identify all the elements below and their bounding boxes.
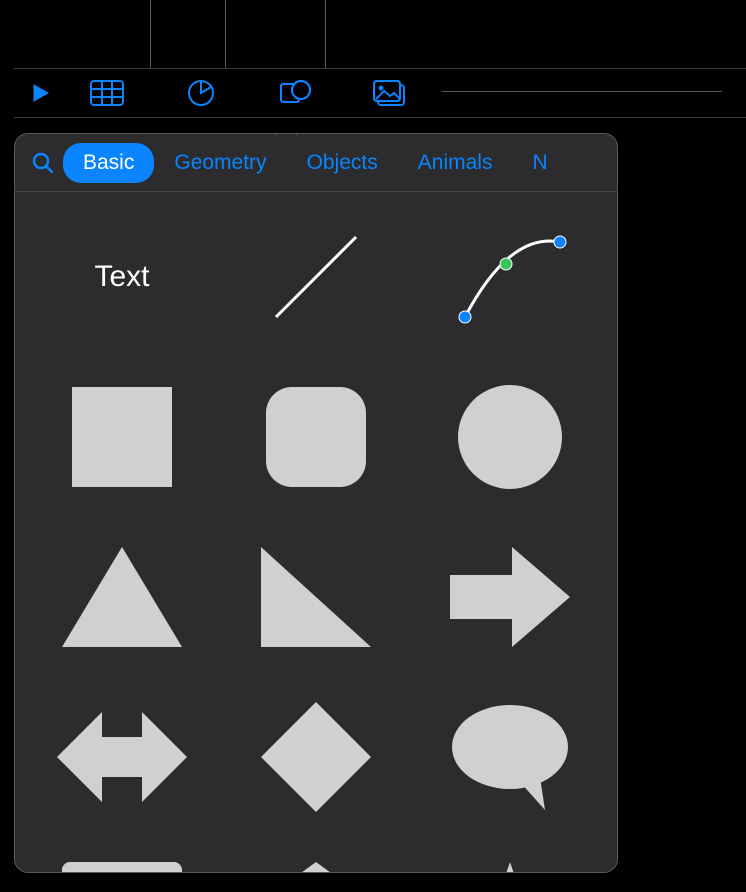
play-button[interactable] xyxy=(14,69,60,117)
insert-media-button[interactable] xyxy=(342,69,436,117)
shape-square[interactable] xyxy=(57,382,187,492)
shape-triangle[interactable] xyxy=(57,542,187,652)
tab-next-cutoff[interactable]: N xyxy=(512,143,547,183)
search-button[interactable] xyxy=(23,143,63,183)
shape-rounded-square[interactable] xyxy=(251,382,381,492)
shape-curve[interactable] xyxy=(445,222,575,332)
shape-arrow-right[interactable] xyxy=(445,542,575,652)
tab-basic[interactable]: Basic xyxy=(63,143,154,183)
callout-line xyxy=(150,0,151,68)
tab-objects[interactable]: Objects xyxy=(287,143,398,183)
shape-pentagon[interactable] xyxy=(251,862,381,873)
shape-diamond[interactable] xyxy=(251,702,381,812)
tab-geometry[interactable]: Geometry xyxy=(154,143,286,183)
shape-text[interactable]: Text xyxy=(57,222,187,332)
shape-line[interactable] xyxy=(251,222,381,332)
shapes-category-tabs: Basic Geometry Objects Animals N xyxy=(15,134,617,192)
shape-circle[interactable] xyxy=(445,382,575,492)
shapes-popover: Basic Geometry Objects Animals N Text xyxy=(14,133,618,873)
shape-callout[interactable] xyxy=(57,862,187,873)
callout-line xyxy=(325,0,326,68)
shapes-grid: Text xyxy=(15,192,617,873)
shape-speech-bubble[interactable] xyxy=(445,702,575,812)
shape-text-label: Text xyxy=(94,260,149,294)
popover-arrow-icon xyxy=(275,133,297,135)
tab-animals[interactable]: Animals xyxy=(398,143,513,183)
insert-chart-button[interactable] xyxy=(154,69,248,117)
toolbar xyxy=(14,68,746,118)
insert-table-button[interactable] xyxy=(60,69,154,117)
shape-star[interactable] xyxy=(445,862,575,873)
callout-line xyxy=(225,0,226,68)
insert-shape-button[interactable] xyxy=(248,69,342,117)
search-icon xyxy=(31,151,55,175)
shape-arrow-both[interactable] xyxy=(57,702,187,812)
shape-right-triangle[interactable] xyxy=(251,542,381,652)
